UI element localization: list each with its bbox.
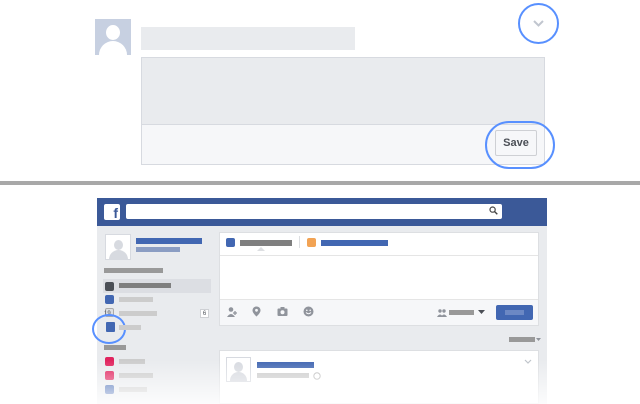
sort-dropdown-icon[interactable] — [536, 338, 541, 342]
story-chevron-down-icon[interactable] — [524, 359, 532, 365]
shortcut-label-bar-3[interactable] — [119, 387, 147, 392]
favorites-heading-bar — [104, 268, 163, 273]
user-avatar — [95, 19, 131, 55]
active-tab-notch — [257, 247, 265, 251]
save-button[interactable]: Save — [495, 130, 537, 156]
chevron-down-icon[interactable] — [532, 19, 545, 28]
events-label-bar[interactable] — [119, 311, 157, 316]
shortcuts-heading-bar — [104, 345, 126, 350]
messenger-label-bar[interactable] — [119, 297, 153, 302]
status-composer[interactable] — [219, 232, 539, 326]
search-icon[interactable] — [489, 206, 498, 215]
shortcut-label-bar-1[interactable] — [119, 359, 145, 364]
news-feed-icon — [105, 282, 114, 291]
story-author-name-bar[interactable] — [257, 362, 314, 368]
shortcut-icon-1 — [105, 357, 114, 366]
shortcut-icon-2 — [105, 371, 114, 380]
profile-name-bar[interactable] — [136, 238, 202, 244]
composer-footer — [220, 299, 538, 325]
camera-icon[interactable] — [277, 306, 288, 317]
edit-profile-bar[interactable] — [136, 247, 180, 252]
audience-label-bar[interactable] — [449, 310, 474, 315]
search-input[interactable] — [126, 204, 502, 219]
post-text-area[interactable] — [142, 58, 544, 125]
options-chevron-highlight[interactable] — [518, 3, 559, 44]
location-pin-icon[interactable] — [251, 306, 262, 317]
section-divider — [0, 181, 640, 185]
facebook-logo[interactable]: f — [104, 204, 120, 221]
audience-dropdown-icon[interactable] — [478, 310, 485, 315]
saved-label-bar[interactable] — [119, 325, 141, 330]
news-feed-label-bar[interactable] — [119, 283, 171, 288]
post-button[interactable] — [496, 305, 533, 320]
emoji-icon[interactable] — [303, 306, 314, 317]
profile-avatar[interactable] — [105, 234, 131, 260]
shortcut-label-bar-2[interactable] — [119, 373, 153, 378]
user-silhouette-icon — [234, 362, 243, 372]
count-badge: 6 — [200, 309, 209, 318]
name-placeholder-bar — [141, 27, 355, 50]
photo-icon[interactable] — [307, 238, 316, 247]
privacy-globe-icon — [313, 372, 321, 380]
audience-icon[interactable] — [437, 309, 447, 317]
user-silhouette-icon — [106, 25, 120, 40]
messenger-icon — [105, 295, 114, 304]
tag-people-icon[interactable] — [227, 306, 238, 317]
sort-feed-bar[interactable] — [509, 337, 535, 342]
shortcut-icon-3 — [105, 385, 114, 394]
pencil-icon[interactable] — [226, 238, 235, 247]
user-silhouette-icon — [114, 240, 123, 250]
story-author-avatar[interactable] — [226, 357, 251, 382]
status-tab-bar[interactable] — [240, 240, 292, 246]
story-timestamp-bar[interactable] — [257, 373, 309, 378]
saved-bookmark-icon[interactable] — [106, 322, 115, 332]
photo-video-tab-bar[interactable] — [321, 240, 388, 246]
